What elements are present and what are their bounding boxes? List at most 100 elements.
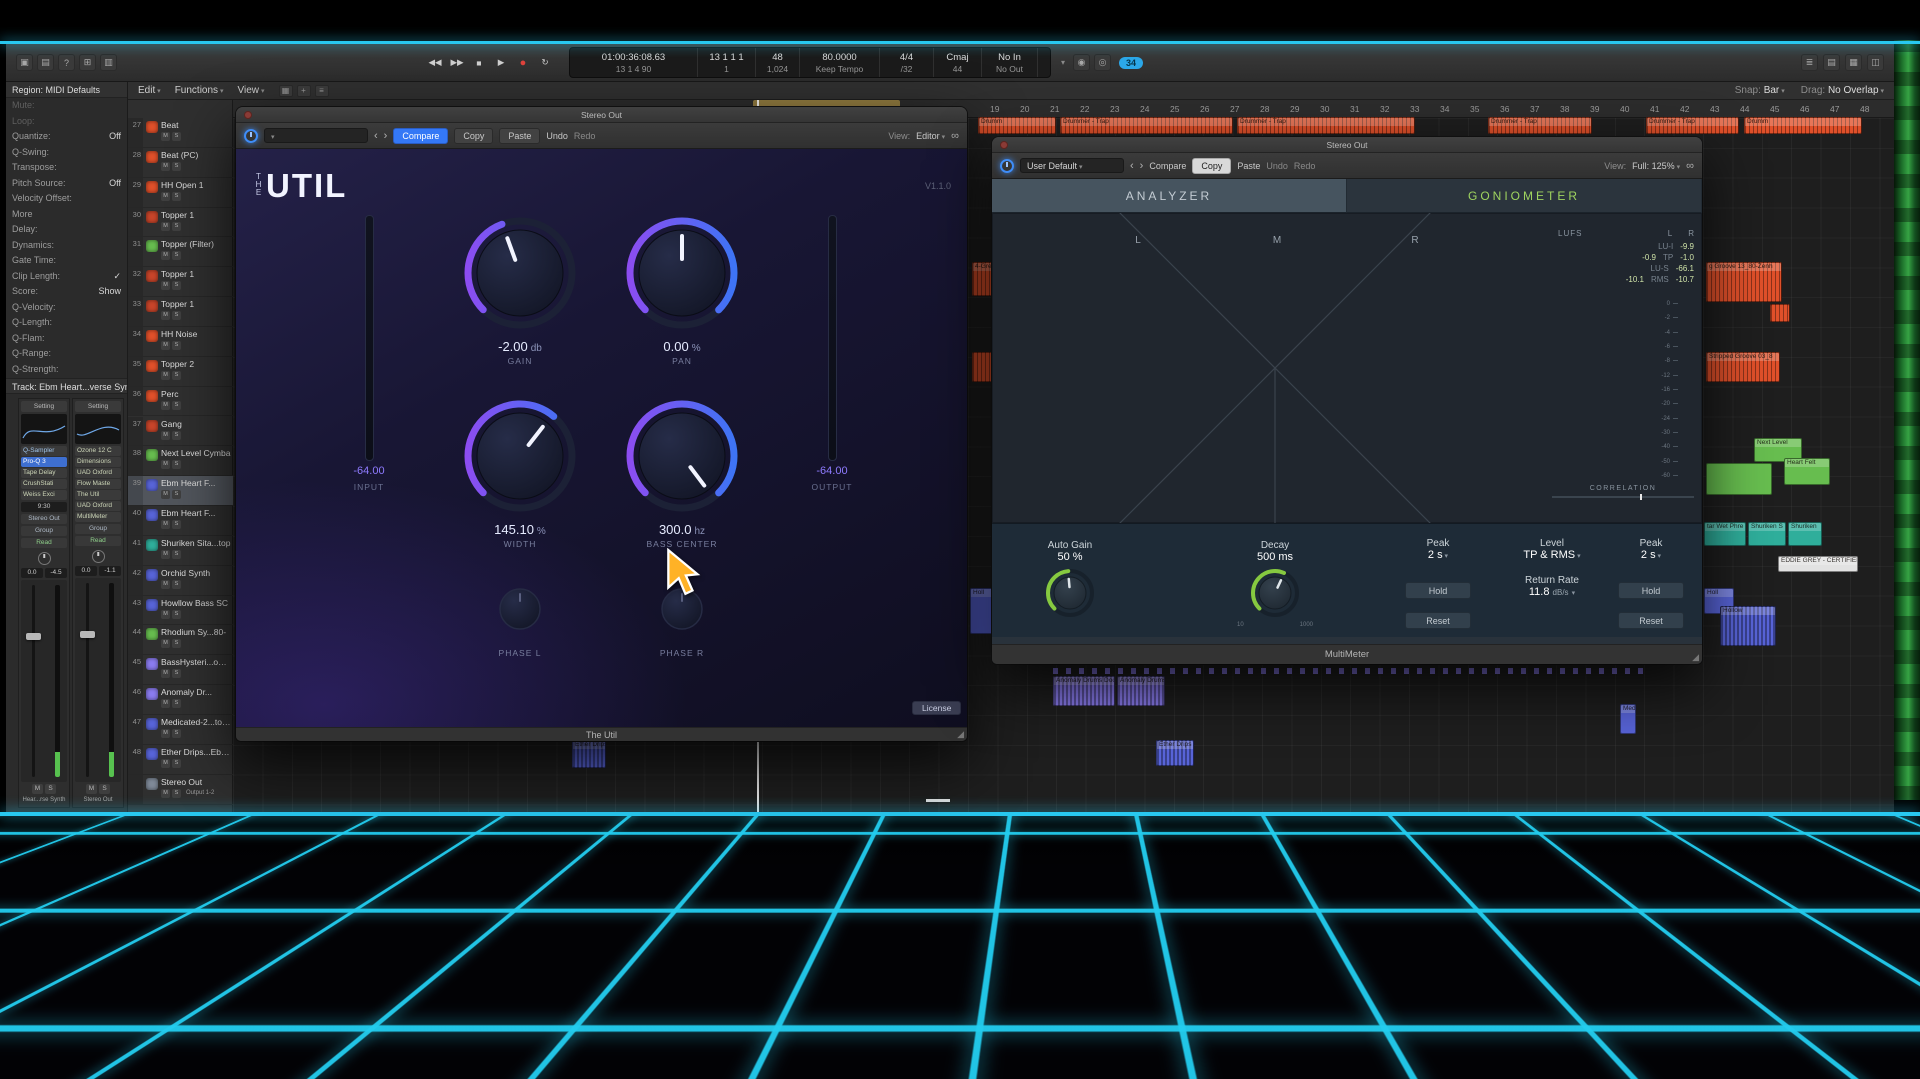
inspector-row-velocity-offset[interactable]: Velocity Offset: xyxy=(6,191,127,207)
track-header-42[interactable]: 42Orchid SynthMS xyxy=(128,566,233,596)
lcd-field-4[interactable]: 4/4/32 xyxy=(880,48,934,77)
fader-cap[interactable] xyxy=(80,631,95,638)
snap-group[interactable]: Snap: Bar xyxy=(1735,85,1785,96)
count-badge[interactable]: 34 xyxy=(1119,57,1143,69)
track-s-button[interactable]: S xyxy=(172,222,181,231)
fx-slot-weiss-exci[interactable]: Weiss Exci xyxy=(21,490,67,500)
phase-l-knob[interactable] xyxy=(497,586,543,632)
volume-value[interactable]: 0.0 xyxy=(21,568,43,578)
tab-analyzer[interactable]: ANALYZER xyxy=(992,179,1347,213)
track-m-button[interactable]: M xyxy=(161,371,170,380)
track-header-45[interactable]: 45BassHysteri...opusMS xyxy=(128,655,233,685)
eq-thumbnail[interactable] xyxy=(75,414,121,444)
next-preset-icon[interactable]: › xyxy=(384,131,388,141)
reset-button[interactable]: Reset xyxy=(1618,612,1684,629)
decay-knob[interactable] xyxy=(1247,565,1303,621)
inspector-row-q-strength[interactable]: Q-Strength: xyxy=(6,362,127,378)
track-header-stereo-out[interactable]: Stereo OutMSOutput 1-2 xyxy=(128,775,233,805)
rewind-button[interactable]: ◀◀ xyxy=(425,54,445,72)
track-s-button[interactable]: S xyxy=(172,520,181,529)
level-mode-select[interactable]: TP & RMS xyxy=(1494,549,1610,561)
track-s-button[interactable]: S xyxy=(172,431,181,440)
track-m-button[interactable]: M xyxy=(161,162,170,171)
track-s-button[interactable]: S xyxy=(172,789,181,798)
track-s-button[interactable]: S xyxy=(172,460,181,469)
track-s-button[interactable]: S xyxy=(172,639,181,648)
track-m-button[interactable]: M xyxy=(161,639,170,648)
track-s-button[interactable]: S xyxy=(172,610,181,619)
view-mode-select[interactable]: Full: 125% xyxy=(1632,161,1680,171)
decay-value[interactable]: 500 ms xyxy=(1215,551,1335,563)
fx-slot-dimensions[interactable]: Dimensions xyxy=(75,457,121,467)
volume-value[interactable]: 0.0 xyxy=(75,566,97,576)
fx-slot-uad-oxford[interactable]: UAD Oxford xyxy=(75,468,121,478)
inspector-row-mute[interactable]: Mute: xyxy=(6,98,127,114)
snap-value-select[interactable]: Bar xyxy=(1764,85,1785,96)
lcd-field-5[interactable]: Cmaj44 xyxy=(934,48,982,77)
inspector-row-pitch-source[interactable]: Pitch Source:Off xyxy=(6,176,127,192)
track-m-button[interactable]: M xyxy=(161,251,170,260)
inspector-row-q-range[interactable]: Q-Range: xyxy=(6,346,127,362)
copy-button[interactable]: Copy xyxy=(1192,158,1231,174)
peak-time-select[interactable]: 2 s xyxy=(1390,549,1486,561)
track-s-button[interactable]: S xyxy=(172,132,181,141)
track-m-button[interactable]: M xyxy=(161,281,170,290)
paste-button[interactable]: Paste xyxy=(499,128,540,144)
track-header-40[interactable]: 40Ebm Heart F...MS xyxy=(128,506,233,536)
inspector-row-clip-length[interactable]: Clip Length:✓ xyxy=(6,269,127,285)
master-level-icon[interactable]: ◎ xyxy=(1094,54,1111,71)
track-m-button[interactable]: M xyxy=(161,490,170,499)
track-header-47[interactable]: 47Medicated-2...topusMS xyxy=(128,715,233,745)
multimeter-plugin-window[interactable]: Stereo Out User Default ‹ › Compare Copy… xyxy=(992,137,1702,664)
inspector-toggle-icon[interactable]: ▤ xyxy=(37,54,54,71)
inspector-row-q-flam[interactable]: Q-Flam: xyxy=(6,331,127,347)
track-s-button[interactable]: S xyxy=(172,699,181,708)
inspector-row-loop[interactable]: Loop: xyxy=(6,114,127,130)
track-m-button[interactable]: M xyxy=(161,669,170,678)
bypass-power-icon[interactable] xyxy=(244,129,258,143)
track-m-button[interactable]: M xyxy=(161,759,170,768)
instrument-slot[interactable]: Q-Sampler xyxy=(21,446,67,456)
track-header-38[interactable]: 38Next Level CymbaMS xyxy=(128,446,233,476)
auto-gain-value[interactable]: 50 % xyxy=(1010,551,1130,563)
lists-icon[interactable]: ▦ xyxy=(1845,54,1862,71)
eq-thumbnail[interactable] xyxy=(21,414,67,444)
inspector-row-transpose[interactable]: Transpose: xyxy=(6,160,127,176)
resize-grip-icon[interactable]: ◢ xyxy=(1692,652,1699,663)
group-slot[interactable]: Group xyxy=(21,526,67,536)
inspector-row-q-swing[interactable]: Q-Swing: xyxy=(6,145,127,161)
track-s-button[interactable]: S xyxy=(172,341,181,350)
track-m-button[interactable]: M xyxy=(161,699,170,708)
hold-button[interactable]: Hold xyxy=(1618,582,1684,599)
return-rate-stepper[interactable]: 11.8 dB/s xyxy=(1494,586,1610,598)
track-m-button[interactable]: M xyxy=(161,460,170,469)
track-header-41[interactable]: 41Shuriken Sita...topMS xyxy=(128,536,233,566)
track-m-button[interactable]: M xyxy=(161,610,170,619)
track-s-button[interactable]: S xyxy=(172,162,181,171)
track-inspector-header[interactable]: Track: Ebm Heart...verse Synth xyxy=(6,378,127,394)
volume-fader[interactable] xyxy=(21,580,67,782)
setting-button[interactable]: Setting xyxy=(21,401,67,412)
track-header-43[interactable]: 43Howllow Bass SCMS xyxy=(128,596,233,626)
inspector-row-q-velocity[interactable]: Q-Velocity: xyxy=(6,300,127,316)
undo-button[interactable]: Undo xyxy=(546,131,568,141)
lcd-field-6[interactable]: No InNo Out xyxy=(982,48,1038,77)
play-button[interactable]: ▶ xyxy=(491,54,511,72)
track-header-31[interactable]: 31Topper (Filter)MS xyxy=(128,237,233,267)
track-s-button[interactable]: S xyxy=(172,251,181,260)
track-s-button[interactable]: S xyxy=(172,192,181,201)
inspector-row-quantize[interactable]: Quantize:Off xyxy=(6,129,127,145)
stop-button[interactable]: ■ xyxy=(469,54,489,72)
menu-edit[interactable]: Edit xyxy=(138,85,161,96)
compare-button[interactable]: Compare xyxy=(393,128,448,144)
preset-menu[interactable]: User Default xyxy=(1020,158,1124,173)
toolbar-toggle-icon[interactable]: ⊞ xyxy=(79,54,96,71)
lcd-field-1[interactable]: 13 1 1 11 xyxy=(698,48,756,77)
track-header-34[interactable]: 34HH NoiseMS xyxy=(128,327,233,357)
output-meter-value[interactable]: -64.00 xyxy=(792,465,872,477)
gain-value[interactable]: -2.00 xyxy=(498,339,528,354)
pointer-tool-icon[interactable]: ▦ xyxy=(279,85,293,97)
track-m-button[interactable]: M xyxy=(161,520,170,529)
track-m-button[interactable]: M xyxy=(161,729,170,738)
copy-button[interactable]: Copy xyxy=(454,128,493,144)
